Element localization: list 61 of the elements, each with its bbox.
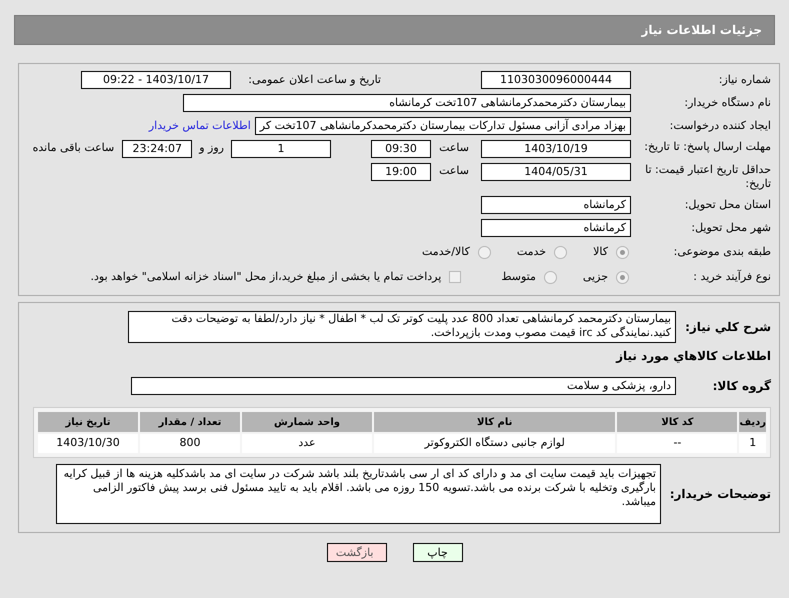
column-header: کد کالا bbox=[617, 412, 738, 432]
text-field[interactable]: 23:24:07 bbox=[122, 140, 192, 158]
field-label: خدمت bbox=[516, 244, 546, 260]
radio-button[interactable] bbox=[616, 270, 629, 284]
column-header: تاریخ نیاز bbox=[38, 412, 138, 432]
table-cell: عدد bbox=[242, 434, 372, 453]
contact-link[interactable]: اطلاعات تماس خریدار bbox=[148, 118, 251, 134]
text-field[interactable]: کرمانشاه bbox=[481, 219, 631, 237]
text-field[interactable]: کرمانشاه bbox=[481, 196, 631, 214]
field-label: جزیی bbox=[582, 268, 608, 285]
field-label: مهلت ارسال پاسخ: تا تاریخ: bbox=[643, 140, 771, 154]
text-field[interactable]: 1403/10/17 - 09:22 bbox=[81, 71, 231, 89]
field-label: ساعت bbox=[438, 163, 470, 179]
table-cell: لوازم جانبی دستگاه الکتروکوتر bbox=[374, 434, 616, 453]
text-field[interactable]: 1404/05/31 bbox=[481, 163, 631, 181]
section-title: اطلاعات کالاهاي مورد نياز bbox=[614, 348, 771, 365]
field-label: متوسط bbox=[501, 268, 536, 285]
field-label: توضیحات خریدار: bbox=[668, 486, 771, 503]
notes-box[interactable]: تجهیزات باید قیمت سایت ای مد و دارای کد ای ار سی باشدتاریخ بلند باشد شرکت در سایت ای مد باشدکلیه هزینه ها از قبیل کرایه بارگیری وتخلیه با شرکت برنده می باشد.تسویه 150 روزه می باشد. اقلام باید به تایید مسئول فنی برسد پیش فاکتور الزامی میباشد. bbox=[56, 464, 661, 524]
text-field[interactable]: بیمارستان دکترمحمدکرمانشاهی 107تخت کرمانشاه bbox=[183, 94, 631, 112]
radio-button[interactable] bbox=[544, 270, 557, 284]
column-header: نام کالا bbox=[374, 412, 616, 432]
page-title: جزئیات اطلاعات نیاز bbox=[641, 22, 762, 39]
field-label: حداقل تاریخ اعتبار قیمت: تا تاریخ: bbox=[644, 163, 771, 191]
back-button[interactable]: بازگشت bbox=[326, 543, 386, 562]
table-cell: 1403/10/30 bbox=[38, 434, 138, 453]
field-label: تاریخ و ساعت اعلان عمومی: bbox=[247, 72, 381, 88]
field-label: طبقه بندی موضوعی: bbox=[672, 244, 771, 260]
column-header: ردیف bbox=[739, 412, 766, 432]
text-field[interactable]: 09:30 bbox=[371, 140, 431, 158]
table-cell: -- bbox=[617, 434, 738, 453]
text-field[interactable]: بهزاد مرادی آزانی مسئول تدارکات بیمارستان دکترمحمدکرمانشاهی 107تخت کر bbox=[254, 117, 631, 135]
field-label: ایجاد کننده درخواست: bbox=[668, 118, 771, 134]
radio-button[interactable] bbox=[478, 246, 491, 258]
field-label: نوع فرآیند خرید : bbox=[692, 268, 771, 285]
field-label: استان محل تحویل: bbox=[684, 196, 771, 213]
field-label: شهر محل تحویل: bbox=[690, 220, 771, 236]
field-label: شرح کلي نياز: bbox=[684, 319, 771, 336]
text-field[interactable]: دارو، پزشکی و سلامت bbox=[131, 377, 676, 395]
text-field[interactable]: 19:00 bbox=[371, 163, 431, 181]
print-button[interactable]: چاپ bbox=[412, 543, 462, 562]
description-box[interactable]: بیمارستان دکترمحمد کرمانشاهی تعداد 800 عدد پلیت کوتر تک لب * اطفال * نیاز دارد/لطفا به توضیحات دقت کنید.نمایندگی کد irc قیمت مصوب ومدت بازپرداخت. bbox=[128, 311, 676, 343]
text-field[interactable]: 1 bbox=[231, 140, 331, 158]
field-label: کالا/خدمت bbox=[422, 244, 470, 260]
field-label: کالا bbox=[593, 244, 608, 260]
text-field[interactable]: 1403/10/19 bbox=[481, 140, 631, 158]
table-cell: 800 bbox=[140, 434, 240, 453]
column-header: تعداد / مقدار bbox=[140, 412, 240, 432]
field-label: پرداخت تمام یا بخشی از مبلغ خرید،از محل "اسناد خزانه اسلامی" خواهد بود. bbox=[90, 268, 442, 285]
checkbox[interactable] bbox=[449, 271, 462, 283]
table-cell: 1 bbox=[739, 434, 766, 453]
radio-button[interactable] bbox=[554, 246, 568, 258]
radio-button[interactable] bbox=[616, 246, 629, 258]
text-field[interactable]: 1103030096000444 bbox=[481, 71, 631, 89]
field-label: نام دستگاه خریدار: bbox=[683, 94, 771, 111]
field-label: ساعت باقی مانده bbox=[32, 140, 114, 156]
field-label: روز و bbox=[199, 140, 224, 156]
field-label: ساعت bbox=[438, 140, 470, 156]
field-label: شماره نیاز: bbox=[718, 72, 771, 88]
column-header: واحد شمارش bbox=[242, 412, 372, 432]
field-label: گروه کالا: bbox=[712, 378, 771, 395]
